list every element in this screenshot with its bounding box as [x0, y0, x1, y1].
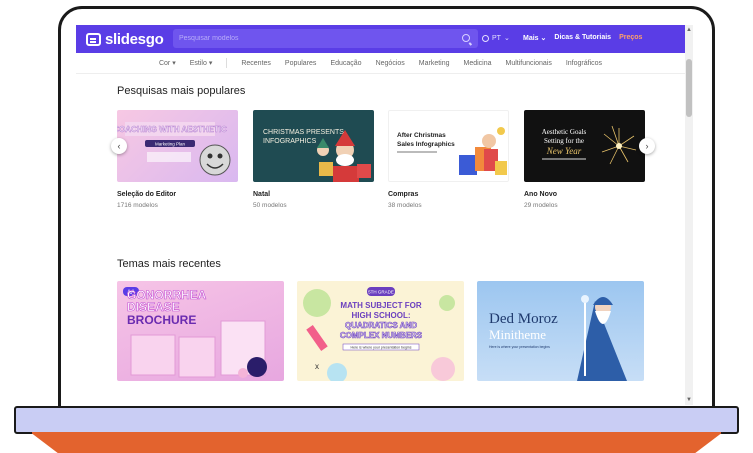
thumb-title: COACHING WITH AESTHETIC: [117, 125, 227, 134]
chevron-right-icon: ›: [645, 141, 649, 151]
category-multipurpose[interactable]: Multifuncionais: [506, 60, 552, 67]
thumbnail-art: COACHING WITH AESTHETIC Marketing Plan: [117, 122, 231, 176]
recent-themes-heading: Temas mais recentes: [117, 258, 221, 270]
browser-viewport: slidesgo PT ⌄ Mais ⌄ Dicas & Tutoriais P…: [76, 25, 693, 405]
category-popular[interactable]: Populares: [285, 60, 317, 67]
chevron-down-icon: ▾: [172, 60, 176, 67]
carousel-next-button[interactable]: ›: [639, 138, 655, 154]
category-recent[interactable]: Recentes: [241, 60, 271, 67]
card-count: 29 modelos: [524, 202, 558, 209]
svg-text:BROCHURE: BROCHURE: [127, 313, 196, 327]
svg-text:New Year: New Year: [546, 146, 582, 156]
chevron-left-icon: ‹: [117, 141, 121, 151]
card-thumbnail: After Christmas Sales Infographics: [388, 110, 509, 182]
svg-text:Ded Moroz: Ded Moroz: [489, 311, 558, 327]
search-input[interactable]: [173, 35, 453, 42]
popular-card-new-year[interactable]: Aesthetic Goals Setting for the New Year…: [524, 110, 645, 209]
svg-text:Here is where your presentatio: Here is where your presentation begins: [351, 346, 412, 350]
card-title: Seleção do Editor: [117, 191, 177, 198]
popular-card-christmas[interactable]: CHRISTMAS PRESENTS INFOGRAPHICS Natal 50…: [253, 110, 374, 209]
header-nav: Mais ⌄ Dicas & Tutoriais Preços: [523, 34, 642, 42]
divider: [226, 58, 228, 68]
popular-card-shopping[interactable]: After Christmas Sales Infographics Compr…: [388, 110, 509, 209]
thumbnail-art: 5TH GRADE MATH SUBJECT FOR HIGH SCHOOL: …: [303, 287, 455, 381]
category-marketing[interactable]: Marketing: [419, 60, 450, 67]
scrollbar-thumb[interactable]: [686, 59, 692, 117]
language-label: PT: [492, 34, 501, 42]
globe-icon: [482, 34, 489, 42]
nav-tips-tutorials[interactable]: Dicas & Tutoriais: [554, 34, 611, 42]
vertical-scrollbar[interactable]: ▲ ▼: [685, 25, 693, 405]
nav-pricing[interactable]: Preços: [619, 34, 642, 42]
card-title: Compras: [388, 191, 419, 198]
thumb-title: CHRISTMAS PRESENTS: [263, 129, 344, 136]
category-medicine[interactable]: Medicina: [464, 60, 492, 67]
filter-color[interactable]: Cor ▾: [159, 59, 176, 67]
svg-text:INFOGRAPHICS: INFOGRAPHICS: [263, 138, 317, 145]
svg-text:Here is where your presentatio: Here is where your presentation begins: [489, 345, 550, 349]
svg-text:QUADRATICS AND: QUADRATICS AND: [345, 321, 417, 330]
svg-text:Setting for the: Setting for the: [544, 137, 584, 145]
svg-text:COMPLEX NUMBERS: COMPLEX NUMBERS: [340, 331, 423, 340]
card-count: 50 modelos: [253, 202, 287, 209]
card-count: 1716 modelos: [117, 202, 158, 209]
thumbnail-art: Aesthetic Goals Setting for the New Year: [542, 125, 637, 165]
svg-text:x: x: [315, 362, 319, 371]
card-thumbnail: Aesthetic Goals Setting for the New Year: [524, 110, 645, 182]
logo-text: slidesgo: [105, 30, 164, 48]
scroll-up-icon[interactable]: ▲: [686, 27, 692, 33]
logo[interactable]: slidesgo: [86, 30, 164, 48]
category-filter-bar: Cor ▾ Estilo ▾ Recentes Populares Educaç…: [76, 53, 685, 74]
recent-theme-ded-moroz[interactable]: Ded Moroz Minitheme Here is where your p…: [477, 281, 644, 381]
svg-text:HIGH SCHOOL:: HIGH SCHOOL:: [351, 311, 410, 320]
chevron-down-icon: ⌄: [540, 35, 547, 42]
thumbnail-art: AA GONORRHEA DISEASE BROCHURE: [123, 287, 267, 378]
category-education[interactable]: Educação: [330, 60, 361, 67]
svg-text:Minitheme: Minitheme: [489, 327, 546, 342]
category-infographics[interactable]: Infográficos: [566, 60, 602, 67]
laptop-base-bottom: [30, 432, 723, 453]
recent-theme-math-quadratics[interactable]: 5TH GRADE MATH SUBJECT FOR HIGH SCHOOL: …: [297, 281, 464, 381]
card-count: 38 modelos: [388, 202, 422, 209]
chevron-down-icon: ▾: [208, 60, 213, 67]
svg-text:After Christmas: After Christmas: [397, 132, 446, 139]
laptop-base-top: [14, 406, 739, 434]
language-selector[interactable]: PT ⌄: [482, 34, 510, 42]
nav-more[interactable]: Mais ⌄: [523, 34, 546, 42]
card-title: Natal: [253, 191, 271, 198]
thumbnail-art: Ded Moroz Minitheme Here is where your p…: [489, 295, 627, 381]
thumbnail-art: CHRISTMAS PRESENTS INFOGRAPHICS: [263, 129, 371, 182]
filter-style[interactable]: Estilo ▾: [190, 59, 213, 67]
svg-text:Aesthetic Goals: Aesthetic Goals: [542, 128, 587, 136]
laptop-illustration: slidesgo PT ⌄ Mais ⌄ Dicas & Tutoriais P…: [0, 0, 753, 453]
search-icon[interactable]: [462, 34, 470, 42]
popular-searches-heading: Pesquisas mais populares: [117, 85, 246, 97]
thumbnail-art: After Christmas Sales Infographics: [397, 127, 507, 175]
carousel-prev-button[interactable]: ‹: [111, 138, 127, 154]
top-navigation-bar: slidesgo PT ⌄ Mais ⌄ Dicas & Tutoriais P…: [76, 25, 685, 53]
card-thumbnail: COACHING WITH AESTHETIC Marketing Plan: [117, 110, 238, 182]
card-thumbnail: CHRISTMAS PRESENTS INFOGRAPHICS: [253, 110, 374, 182]
svg-text:MATH SUBJECT FOR: MATH SUBJECT FOR: [340, 301, 421, 310]
recent-theme-gonorrhea[interactable]: AA GONORRHEA DISEASE BROCHURE: [117, 281, 284, 381]
popular-card-editors-choice[interactable]: COACHING WITH AESTHETIC Marketing Plan S…: [117, 110, 238, 209]
chevron-down-icon: ⌄: [503, 35, 510, 42]
category-business[interactable]: Negócios: [376, 60, 405, 67]
svg-text:Marketing Plan: Marketing Plan: [155, 142, 186, 147]
svg-text:Sales Infographics: Sales Infographics: [397, 141, 455, 148]
scroll-down-icon[interactable]: ▼: [686, 397, 692, 403]
svg-text:DISEASE: DISEASE: [127, 300, 180, 314]
slides-logo-icon: [86, 32, 101, 46]
card-title: Ano Novo: [524, 191, 558, 198]
search-bar: [173, 29, 478, 48]
theme-badge: 5TH GRADE: [368, 290, 394, 295]
